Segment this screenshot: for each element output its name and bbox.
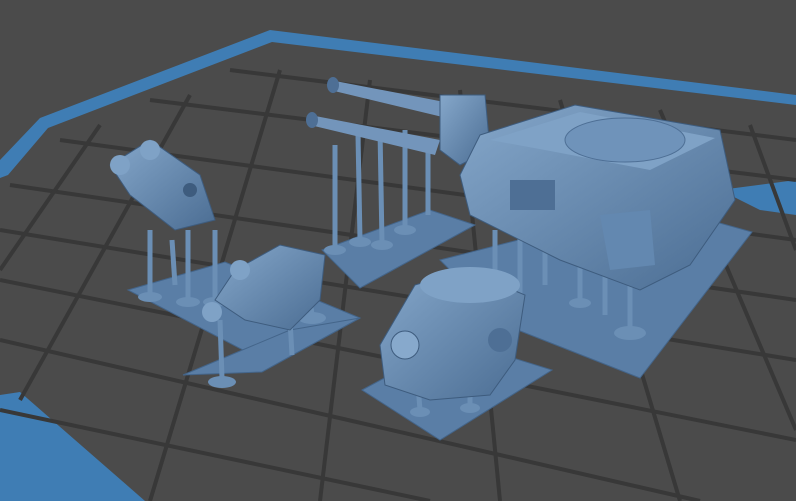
3d-viewport[interactable] (0, 0, 796, 501)
build-plate-scene (0, 0, 796, 501)
